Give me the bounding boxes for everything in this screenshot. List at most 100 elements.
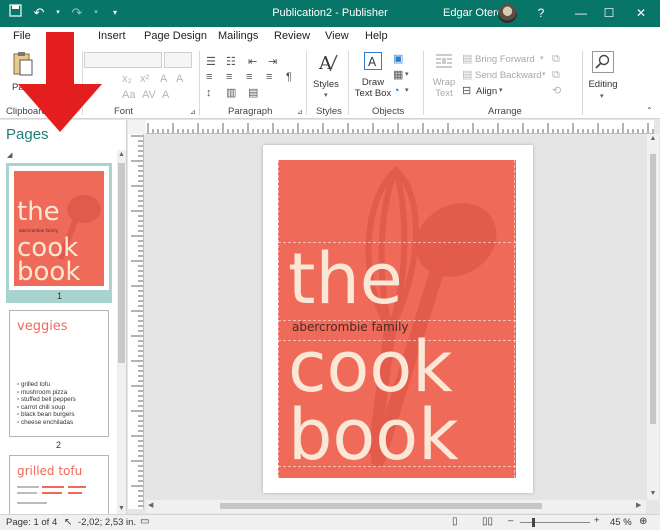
bring-forward-dropdown-icon[interactable]: ▾ xyxy=(540,53,544,65)
align-center-icon[interactable]: ≡ xyxy=(226,71,232,83)
workspace-horizontal-scroll-thumb[interactable] xyxy=(220,503,542,509)
pages-pane-scroll-thumb[interactable] xyxy=(118,163,125,363)
align-right-icon[interactable]: ≡ xyxy=(246,71,252,83)
styles-button[interactable]: A Styles ▾ xyxy=(312,51,344,99)
shapes-dropdown-icon[interactable]: ▾ xyxy=(405,85,409,97)
wrap-text-button[interactable]: Wrap Text xyxy=(428,51,460,99)
zoom-out-button[interactable]: – xyxy=(508,515,513,526)
superscript-icon[interactable]: x² xyxy=(140,73,149,85)
align-objects-icon: ⊟ xyxy=(462,85,472,97)
scroll-down-icon[interactable]: ▼ xyxy=(117,504,126,513)
tab-mailings[interactable]: Mailings xyxy=(218,30,258,42)
scroll-right-icon[interactable]: ▶ xyxy=(636,501,641,509)
change-case-icon[interactable]: Aa xyxy=(122,89,135,101)
table-icon[interactable]: ▦ xyxy=(393,69,403,81)
group-icon[interactable]: ⧉ xyxy=(552,53,560,65)
thumb-2-item-text: grilled tofu xyxy=(20,381,51,388)
send-backward-dropdown-icon[interactable]: ▾ xyxy=(542,69,546,81)
maximize-button[interactable]: ☐ xyxy=(598,3,620,23)
bullets-icon[interactable]: ☰ xyxy=(206,56,216,68)
bring-forward-button[interactable]: Bring Forward xyxy=(475,54,535,65)
thumb-3-heading: grilled tofu xyxy=(17,464,83,478)
thumb-3-text-line xyxy=(68,492,82,494)
picture-icon[interactable]: ▣ xyxy=(393,53,403,65)
scroll-up-icon[interactable]: ▲ xyxy=(117,150,126,159)
collapse-all-icon[interactable]: ◢ xyxy=(7,151,12,159)
cover-title-the[interactable]: the xyxy=(288,244,403,314)
font-dialog-launcher-icon[interactable]: ⊿ xyxy=(190,107,196,119)
ribbon-separator xyxy=(423,51,424,115)
two-page-spread-icon[interactable]: ▯▯ xyxy=(482,516,493,527)
subscript-icon[interactable]: x₂ xyxy=(122,73,132,85)
page-thumbnail-1[interactable]: the abercrombie family cook book 1 xyxy=(6,163,112,303)
tab-help[interactable]: Help xyxy=(365,30,388,42)
page-thumbnail-3[interactable]: grilled tofu xyxy=(9,455,109,514)
fit-page-icon[interactable]: ⊕ xyxy=(639,516,647,527)
table-dropdown-icon[interactable]: ▾ xyxy=(405,69,409,81)
thumb-3-text-line xyxy=(42,486,64,488)
horizontal-ruler[interactable] xyxy=(146,120,654,134)
ungroup-icon[interactable]: ⧉ xyxy=(552,69,560,81)
cookbook-cover[interactable]: the abercrombie family cook book xyxy=(278,160,516,478)
scroll-up-icon[interactable]: ▲ xyxy=(648,135,658,142)
shapes-icon[interactable]: ◔ xyxy=(393,85,400,97)
help-button[interactable]: ? xyxy=(530,3,552,23)
justify-icon[interactable]: ≡ xyxy=(266,71,272,83)
increase-indent-icon[interactable]: ⇥ xyxy=(268,56,277,68)
zoom-slider-track[interactable] xyxy=(520,522,590,523)
cover-title-book[interactable]: book xyxy=(288,400,459,470)
scroll-down-icon[interactable]: ▼ xyxy=(648,490,658,497)
clear-formatting-icon[interactable]: A xyxy=(162,89,169,101)
font-size-dropdown[interactable] xyxy=(164,52,192,68)
paragraph-dialog-launcher-icon[interactable]: ⊿ xyxy=(297,107,303,119)
publication-workspace[interactable]: the abercrombie family cook book xyxy=(145,135,653,499)
decrease-indent-icon[interactable]: ⇤ xyxy=(248,56,257,68)
avatar[interactable] xyxy=(498,4,517,23)
align-dropdown-icon[interactable]: ▾ xyxy=(499,85,503,97)
columns-icon[interactable]: ▥ xyxy=(226,87,236,99)
tab-view[interactable]: View xyxy=(325,30,349,42)
scroll-left-icon[interactable]: ◀ xyxy=(148,501,153,509)
collapse-ribbon-icon[interactable]: ⌃ xyxy=(646,105,653,117)
align-button[interactable]: Align xyxy=(476,86,497,97)
single-page-view-icon[interactable]: ▯ xyxy=(452,516,458,527)
status-bar: Page: 1 of 4 ↖ -2,02; 2,53 in. ▭ ▯ ▯▯ – … xyxy=(0,514,660,530)
tab-insert[interactable]: Insert xyxy=(98,30,126,42)
tab-review[interactable]: Review xyxy=(274,30,310,42)
show-formatting-marks-icon[interactable]: ¶ xyxy=(286,71,292,83)
line-spacing-icon[interactable]: ↕ xyxy=(206,87,212,99)
page-navigation-pane: Pages ◢ the abercrombie family cook book… xyxy=(0,120,127,514)
send-backward-button[interactable]: Send Backward xyxy=(475,70,542,81)
rotate-icon[interactable]: ⟲ xyxy=(552,85,561,97)
page-indicator[interactable]: Page: 1 of 4 xyxy=(6,517,57,528)
editing-button[interactable]: Editing ▾ xyxy=(586,51,620,100)
workspace-vertical-scroll-thumb[interactable] xyxy=(650,154,656,424)
page-number-2: 2 xyxy=(55,440,61,450)
vertical-ruler[interactable] xyxy=(128,134,144,509)
editing-label: Editing xyxy=(588,79,618,90)
align-left-icon[interactable]: ≡ xyxy=(206,71,212,83)
minimize-button[interactable]: — xyxy=(570,3,592,23)
page-1-cover-preview: the abercrombie family cook book xyxy=(14,171,104,286)
draw-text-box-button[interactable]: A Draw Text Box xyxy=(354,51,392,99)
numbering-icon[interactable]: ☷ xyxy=(226,56,236,68)
workspace-horizontal-scrollbar[interactable]: ◀ ▶ xyxy=(146,500,646,513)
pages-pane-scrollbar[interactable]: ▲ ▼ xyxy=(117,150,126,514)
thumb-3-text-line xyxy=(17,486,39,488)
drop-cap-icon[interactable]: ▤ xyxy=(248,87,258,99)
zoom-level[interactable]: 45 % xyxy=(610,517,632,528)
thumb-2-item-text: stuffed bell peppers xyxy=(20,396,76,404)
publication-page[interactable]: the abercrombie family cook book xyxy=(263,145,533,493)
cover-title-cook[interactable]: cook xyxy=(288,332,453,402)
shrink-font-icon[interactable]: A xyxy=(176,73,183,85)
page-thumbnail-2[interactable]: veggies ▫ grilled tofu ▫ mushroom pizza … xyxy=(9,310,109,437)
grow-font-icon[interactable]: A xyxy=(160,73,167,85)
workspace-vertical-scrollbar[interactable]: ▲ ▼ xyxy=(647,134,659,500)
thumb-3-text-line xyxy=(17,492,37,494)
zoom-slider-handle[interactable] xyxy=(532,518,535,527)
close-button[interactable]: ✕ xyxy=(630,3,652,23)
user-name[interactable]: Edgar Otero xyxy=(443,7,503,19)
tab-page-design[interactable]: Page Design xyxy=(144,30,207,42)
character-spacing-icon[interactable]: AV xyxy=(142,89,156,101)
zoom-in-button[interactable]: + xyxy=(594,515,600,526)
